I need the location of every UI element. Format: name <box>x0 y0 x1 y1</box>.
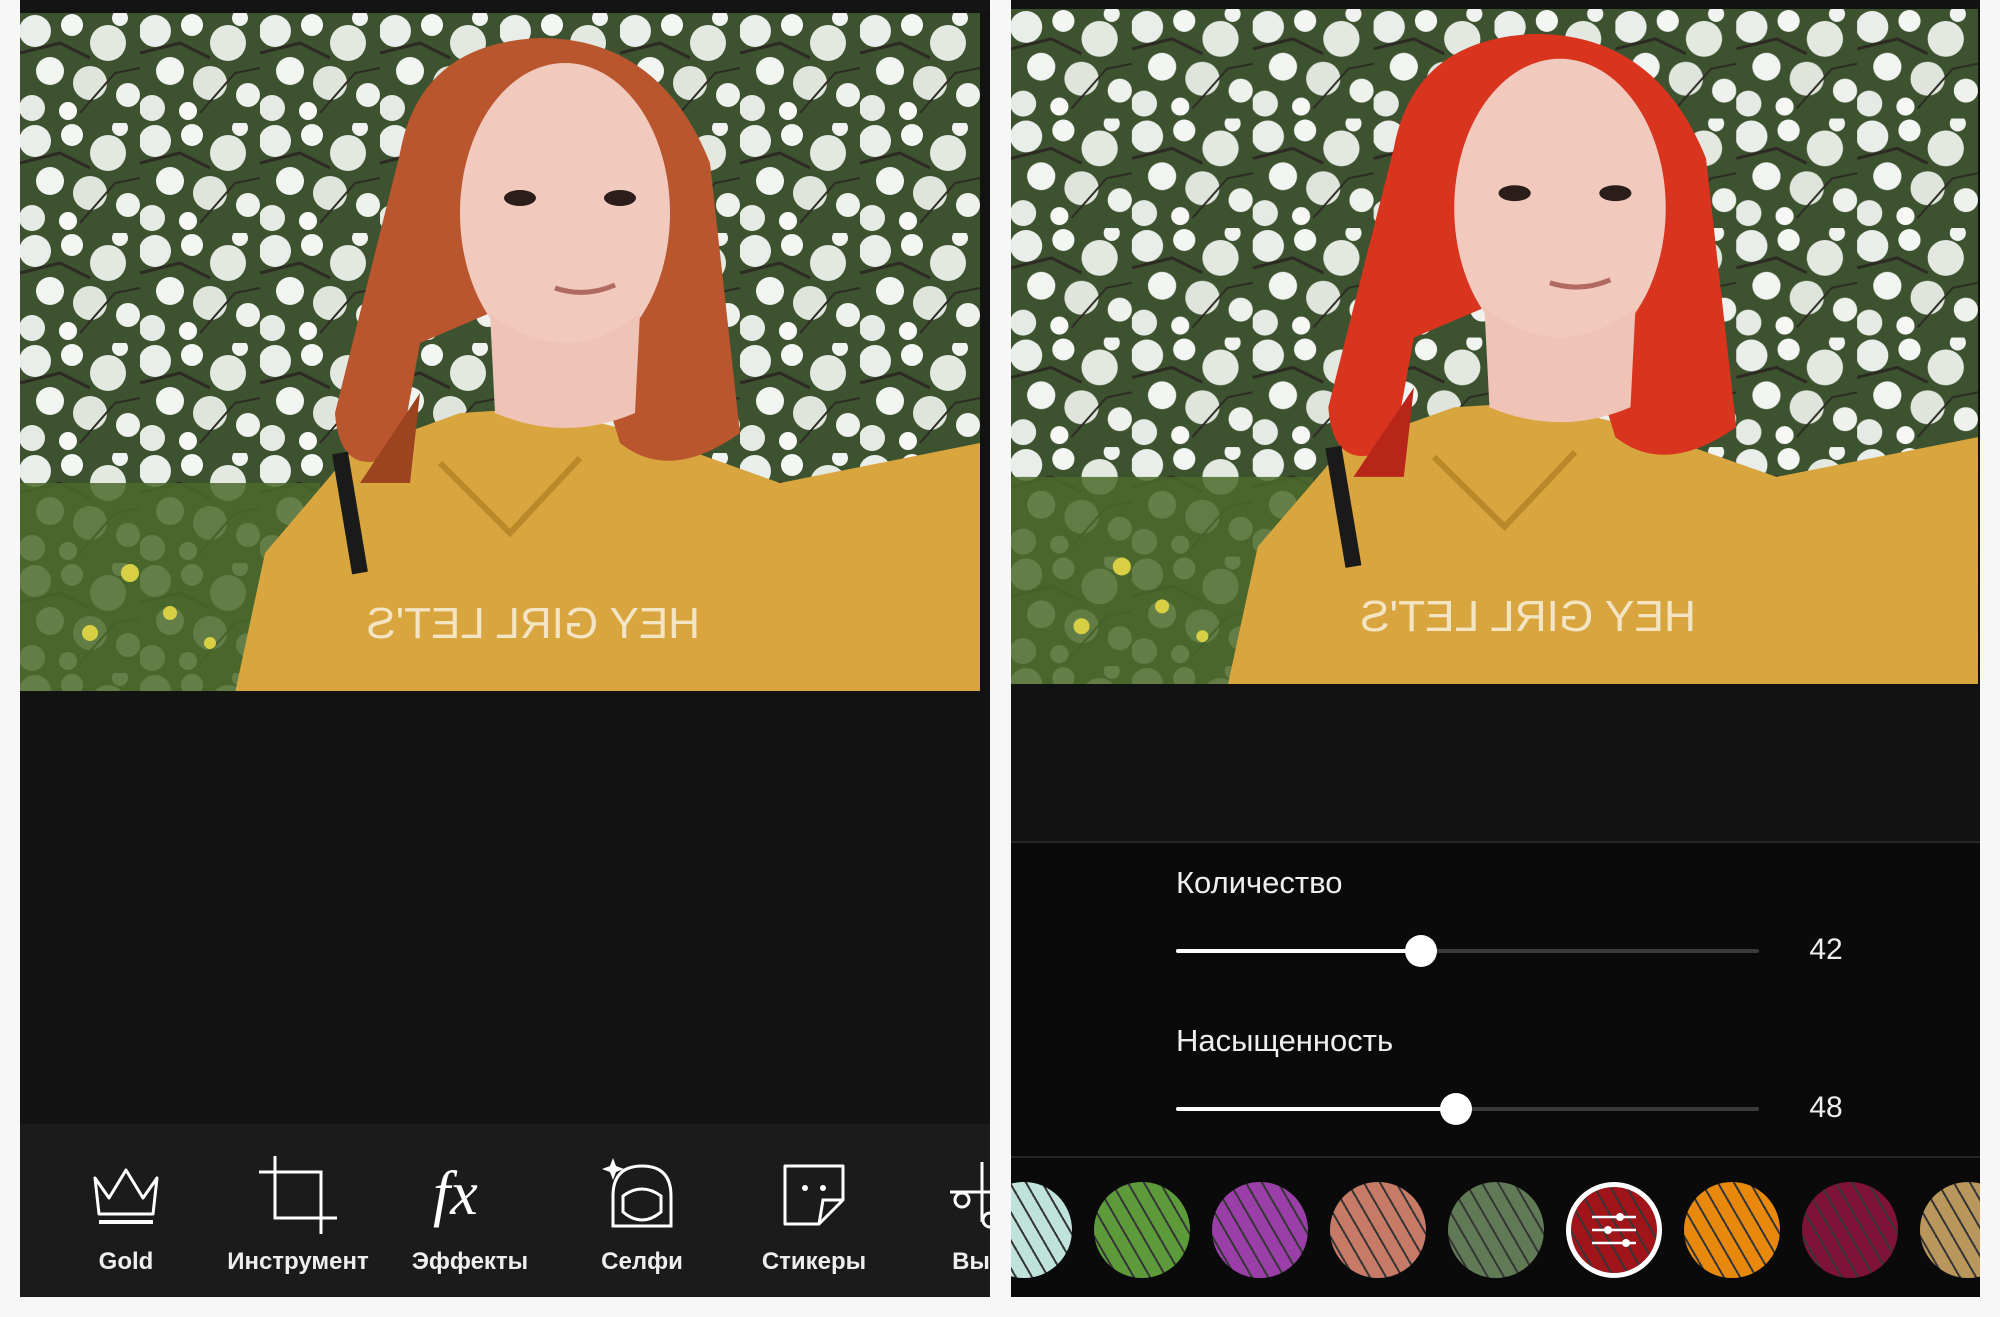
hair-color-swatch[interactable] <box>1011 1182 1072 1278</box>
status-bar <box>20 0 990 13</box>
tool-instrument[interactable]: Инструмент <box>213 1124 383 1297</box>
hair-color-swatch[interactable] <box>1448 1182 1544 1278</box>
saturation-slider-fill <box>1176 1107 1456 1111</box>
tool-label: Стикеры <box>761 1248 867 1275</box>
tool-cutout[interactable]: Выре <box>900 1124 990 1297</box>
hair-color-swatches <box>1011 1158 1980 1297</box>
amount-slider[interactable] <box>1176 935 1759 967</box>
hair-color-swatch[interactable] <box>1802 1182 1898 1278</box>
selfie-face-icon <box>602 1158 673 1228</box>
hair-color-swatch[interactable] <box>1684 1182 1780 1278</box>
hair-color-swatch[interactable] <box>1212 1182 1308 1278</box>
tool-label: Эффекты <box>411 1248 529 1275</box>
hair-color-swatch[interactable] <box>1920 1182 1980 1278</box>
adjust-sliders-icon <box>1592 1213 1636 1247</box>
tool-selfie[interactable]: Селфи <box>557 1124 727 1297</box>
fx-icon: fx <box>433 1160 478 1228</box>
saturation-slider[interactable] <box>1176 1093 1759 1125</box>
amount-value: 42 <box>1809 933 1843 966</box>
cutout-scissors-icon <box>950 1162 990 1229</box>
saturation-slider-handle[interactable] <box>1439 1093 1472 1125</box>
amount-label: Количество <box>1176 865 1343 900</box>
tool-label: Gold <box>98 1248 154 1275</box>
saturation-value: 48 <box>1809 1091 1843 1124</box>
edited-photo-panel: Количество 42 Насыщенность 48 <box>1011 0 1980 1297</box>
saturation-label: Насыщенность <box>1176 1023 1394 1058</box>
tool-stickers[interactable]: Стикеры <box>729 1124 899 1297</box>
amount-slider-handle[interactable] <box>1404 935 1437 967</box>
original-photo-panel: Gold Инструмент fx Эффекты Селфи Стикеры… <box>20 0 990 1297</box>
sticker-icon <box>783 1164 845 1226</box>
hair-color-swatch-selected[interactable] <box>1566 1182 1662 1278</box>
amount-slider-fill <box>1176 949 1421 953</box>
crop-icon <box>259 1156 337 1234</box>
tool-label: Селфи <box>601 1248 683 1275</box>
hair-color-controls: Количество 42 Насыщенность 48 <box>1011 843 1980 1156</box>
crown-icon <box>93 1168 159 1224</box>
tool-label: Выре <box>952 1248 990 1275</box>
hair-color-swatch[interactable] <box>1094 1182 1190 1278</box>
original-photo <box>20 13 982 691</box>
tool-gold[interactable]: Gold <box>41 1124 211 1297</box>
hair-color-swatch[interactable] <box>1330 1182 1426 1278</box>
bottom-toolbar: Gold Инструмент fx Эффекты Селфи Стикеры… <box>20 1124 990 1297</box>
edited-photo <box>1011 9 1980 684</box>
tool-effects[interactable]: fx Эффекты <box>385 1124 555 1297</box>
tool-label: Инструмент <box>227 1248 369 1275</box>
svg-text:fx: fx <box>433 1160 478 1228</box>
